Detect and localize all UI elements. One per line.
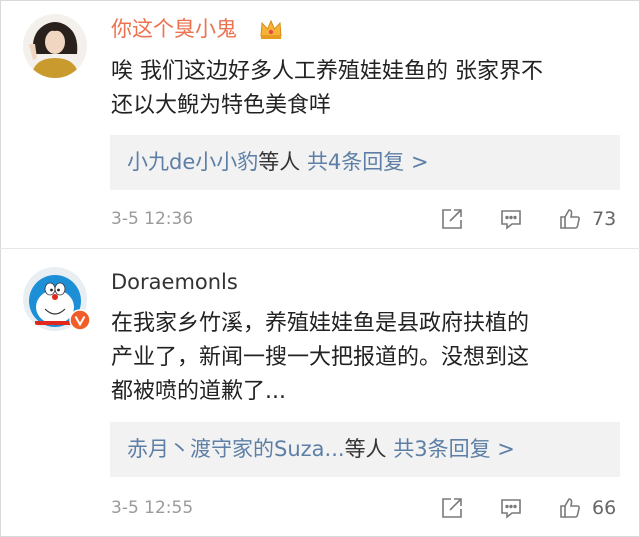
comment-item: Doraemonls 在我家乡竹溪，养殖娃娃鱼是县政府扶植的 产业了，新闻一搜一… bbox=[0, 249, 640, 537]
reply-users[interactable]: 小九de小小豹 bbox=[127, 150, 258, 174]
timestamp: 3-5 12:36 bbox=[111, 209, 194, 229]
comment-item: 你这个臭小鬼 唉 我们这边好多人工养殖娃娃鱼的 张家界不 还以大鲵为特色美食咩 … bbox=[0, 0, 640, 248]
like-count: 66 bbox=[592, 497, 617, 519]
reply-count-link[interactable]: 共3条回复 > bbox=[393, 437, 515, 461]
reply-suffix: 等人 bbox=[258, 150, 301, 174]
like-count: 73 bbox=[592, 208, 617, 230]
share-icon[interactable] bbox=[440, 207, 464, 231]
like-icon[interactable] bbox=[558, 207, 582, 231]
reply-users[interactable]: 赤月丶渡守家的Suza... bbox=[127, 437, 345, 461]
reply-preview[interactable]: 赤月丶渡守家的Suza...等人 共3条回复 > bbox=[110, 422, 620, 477]
comment-text: 在我家乡竹溪，养殖娃娃鱼是县政府扶植的 产业了，新闻一搜一大把报道的。没想到这 … bbox=[111, 307, 611, 409]
reply-preview[interactable]: 小九de小小豹等人 共4条回复 > bbox=[110, 135, 620, 190]
comment-text-line: 唉 我们这边好多人工养殖娃娃鱼的 张家界不 bbox=[111, 59, 543, 84]
crown-icon bbox=[259, 17, 283, 41]
share-icon[interactable] bbox=[440, 496, 464, 520]
comment-text-line: 都被喷的道歉了... bbox=[111, 379, 286, 404]
comment-footer: 3-5 12:55 66 bbox=[111, 493, 621, 523]
comment-footer: 3-5 12:36 73 bbox=[111, 204, 621, 234]
comment-text: 唉 我们这边好多人工养殖娃娃鱼的 张家界不 还以大鲵为特色美食咩 bbox=[111, 55, 621, 123]
like-icon[interactable] bbox=[558, 496, 582, 520]
comment-icon[interactable] bbox=[499, 207, 523, 231]
comment-text-line: 还以大鲵为特色美食咩 bbox=[111, 93, 332, 118]
comment-text-line: 产业了，新闻一搜一大把报道的。没想到这 bbox=[111, 345, 530, 370]
timestamp: 3-5 12:55 bbox=[111, 498, 194, 518]
username[interactable]: 你这个臭小鬼 bbox=[111, 17, 237, 41]
username[interactable]: Doraemonls bbox=[111, 270, 238, 294]
reply-count-link[interactable]: 共4条回复 > bbox=[307, 150, 429, 174]
comment-icon[interactable] bbox=[499, 496, 523, 520]
verified-v-icon bbox=[69, 309, 91, 331]
reply-suffix: 等人 bbox=[344, 437, 387, 461]
comment-text-line: 在我家乡竹溪，养殖娃娃鱼是县政府扶植的 bbox=[111, 311, 530, 336]
avatar[interactable] bbox=[23, 14, 87, 78]
